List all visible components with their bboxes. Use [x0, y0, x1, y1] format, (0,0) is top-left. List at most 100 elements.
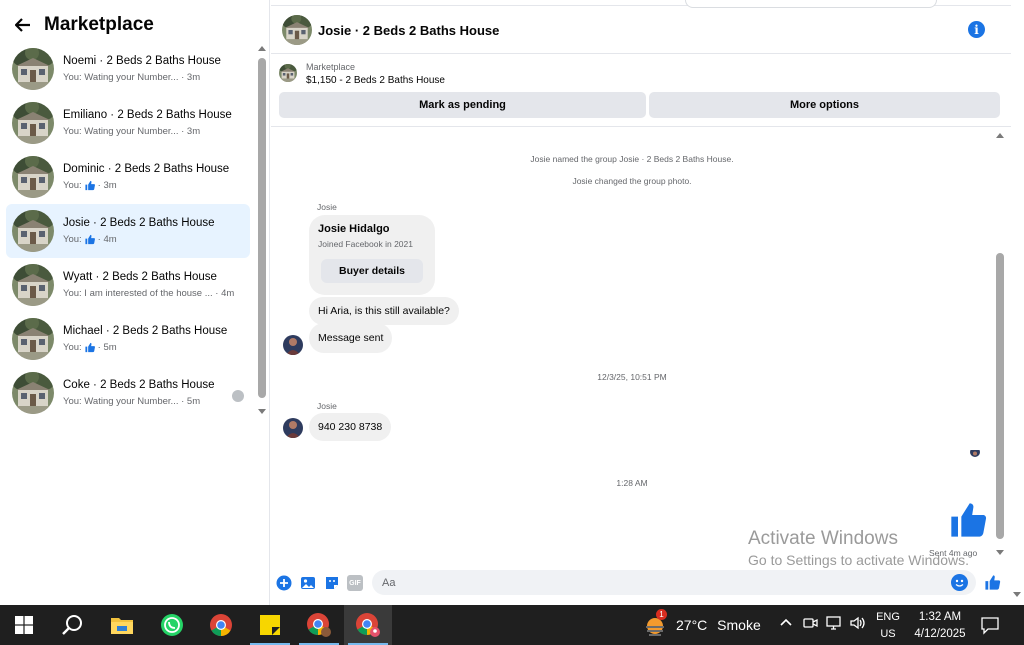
conversation-preview: You: I am interested of the house ... · … [63, 288, 235, 299]
sticker-icon[interactable] [324, 575, 340, 591]
weather-text[interactable]: 27°C Smoke [676, 617, 761, 633]
scroll-down-icon[interactable] [996, 550, 1004, 555]
conversation-item[interactable]: Michael · 2 Beds 2 Baths House You: · 5m [6, 312, 250, 366]
sidebar-title: Marketplace [44, 14, 154, 35]
windows-start-icon[interactable] [0, 605, 48, 645]
listing-kicker: Marketplace [306, 62, 356, 72]
send-like-icon[interactable] [984, 574, 1000, 590]
weather-temp: 27°C [676, 617, 708, 633]
message-input[interactable] [372, 570, 932, 595]
region-code: US [880, 628, 896, 640]
conversation-title: Emiliano · 2 Beds 2 Baths House [63, 109, 232, 121]
clock-date: 4/12/2025 [914, 628, 966, 640]
sender-avatar[interactable] [283, 335, 303, 355]
conversation-item-active[interactable]: Josie · 2 Beds 2 Baths House You: · 4m [6, 204, 250, 258]
clock[interactable]: 1:32 AM 4/12/2025 [908, 609, 972, 643]
scroll-down-icon[interactable] [1013, 592, 1021, 597]
preview-time: · 3m [97, 180, 117, 191]
chrome-profile-icon[interactable] [295, 605, 343, 645]
message-bubble[interactable]: Hi Aria, is this still available? [309, 297, 459, 325]
mark-as-pending-button[interactable]: Mark as pending [279, 92, 646, 118]
conversation-item[interactable]: Coke · 2 Beds 2 Baths House You: Wating … [6, 366, 250, 420]
conversation-title: Wyatt · 2 Beds 2 Baths House [63, 271, 217, 283]
read-receipt-avatar [970, 447, 980, 457]
more-options-button[interactable]: More options [649, 92, 1000, 118]
house-thumbnail [12, 372, 54, 414]
weather-smoke-icon[interactable]: 1 [643, 609, 667, 637]
volume-icon[interactable] [849, 615, 867, 634]
message-input-wrapper [372, 570, 976, 595]
sidebar-scrollbar[interactable] [258, 46, 266, 414]
buyer-details-button[interactable]: Buyer details [321, 259, 423, 283]
thumbs-up-icon[interactable] [947, 500, 989, 540]
chevron-up-icon[interactable] [779, 615, 793, 632]
conversation-title: Michael · 2 Beds 2 Baths House [63, 325, 228, 337]
info-icon[interactable]: i [968, 21, 985, 38]
whatsapp-icon[interactable] [148, 605, 196, 645]
language-indicator[interactable]: ENG US [874, 609, 902, 643]
scroll-down-icon[interactable] [258, 409, 266, 414]
thumbs-up-icon [84, 234, 96, 245]
message-bubble[interactable]: Message sent [309, 323, 393, 353]
sender-avatar[interactable] [283, 418, 303, 438]
scroll-up-icon[interactable] [996, 133, 1004, 138]
conversation-preview: You: Wating your Number... · 5m [63, 396, 201, 407]
back-arrow-icon[interactable] [14, 16, 32, 34]
listing-banner: Marketplace $1,150 - 2 Beds 2 Baths Hous… [271, 55, 1011, 127]
clock-time: 1:32 AM [918, 611, 962, 623]
weather-desc: Smoke [717, 617, 761, 633]
network-icon[interactable] [826, 615, 844, 634]
sticky-notes-icon[interactable] [246, 605, 294, 645]
scroll-up-icon[interactable] [258, 46, 266, 51]
conversation-item[interactable]: Noemi · 2 Beds 2 Baths House You: Wating… [6, 42, 250, 96]
photo-icon[interactable] [300, 575, 316, 591]
thumbs-up-icon [84, 342, 96, 353]
notification-icon[interactable] [980, 615, 1002, 635]
search-icon[interactable] [48, 605, 96, 645]
scrollbar-thumb[interactable] [996, 253, 1004, 539]
house-thumbnail [12, 48, 54, 90]
conversation-title: Noemi · 2 Beds 2 Baths House [63, 55, 221, 67]
preview-prefix: You: [63, 180, 82, 191]
listing-thumbnail[interactable] [279, 64, 297, 82]
gif-icon[interactable]: GIF [347, 575, 363, 591]
file-explorer-icon[interactable] [98, 605, 146, 645]
conversation-preview: You: Wating your Number... · 3m [63, 72, 201, 83]
message-composer: GIF [271, 568, 1011, 598]
meet-now-icon[interactable] [802, 615, 818, 634]
house-thumbnail [12, 210, 54, 252]
system-message: Josie changed the group photo. [572, 176, 692, 186]
conversation-item[interactable]: Emiliano · 2 Beds 2 Baths House You: Wat… [6, 96, 250, 150]
weather-badge: 1 [656, 609, 667, 620]
conversation-item[interactable]: Wyatt · 2 Beds 2 Baths House You: I am i… [6, 258, 250, 312]
conversation-preview: You: · 3m [63, 180, 243, 191]
chat-avatar[interactable] [282, 15, 312, 45]
chrome-icon[interactable] [197, 605, 245, 645]
emoji-icon[interactable] [951, 574, 968, 591]
message-thread: Josie named the group Josie · 2 Beds 2 B… [271, 128, 1011, 568]
house-thumbnail [12, 102, 54, 144]
message-bubble[interactable]: 940 230 8738 [309, 413, 392, 441]
timestamp: 12/3/25, 10:51 PM [597, 372, 667, 382]
chrome-profile-active-icon[interactable] [344, 605, 392, 645]
chat-header: Josie · 2 Beds 2 Baths House i [271, 7, 1011, 54]
conversation-title: Coke · 2 Beds 2 Baths House [63, 379, 215, 391]
conversation-title: Josie · 2 Beds 2 Baths House [63, 217, 215, 229]
scrollbar-thumb[interactable] [258, 58, 266, 398]
preview-prefix: You: [63, 342, 82, 353]
chat-scrollbar[interactable] [996, 133, 1004, 555]
conversation-item[interactable]: Dominic · 2 Beds 2 Baths House You: · 3m [6, 150, 250, 204]
buyer-joined: Joined Facebook in 2021 [318, 239, 413, 249]
seen-avatar-icon [232, 390, 244, 402]
conversation-title: Dominic · 2 Beds 2 Baths House [63, 163, 230, 175]
house-thumbnail [12, 318, 54, 360]
system-message: Josie named the group Josie · 2 Beds 2 B… [530, 154, 734, 164]
marketplace-sidebar: Marketplace Noemi · 2 Beds 2 Baths House… [0, 0, 270, 605]
listing-title[interactable]: $1,150 - 2 Beds 2 Baths House [306, 75, 445, 86]
taskbar: 1 27°C Smoke ENG US 1:32 AM 4/12/2025 [0, 605, 1024, 645]
conversation-preview: You: · 5m [63, 342, 243, 353]
house-thumbnail [12, 156, 54, 198]
sender-name: Josie [317, 202, 337, 212]
plus-circle-icon[interactable] [276, 575, 292, 591]
chat-title[interactable]: Josie · 2 Beds 2 Baths House [318, 23, 499, 38]
